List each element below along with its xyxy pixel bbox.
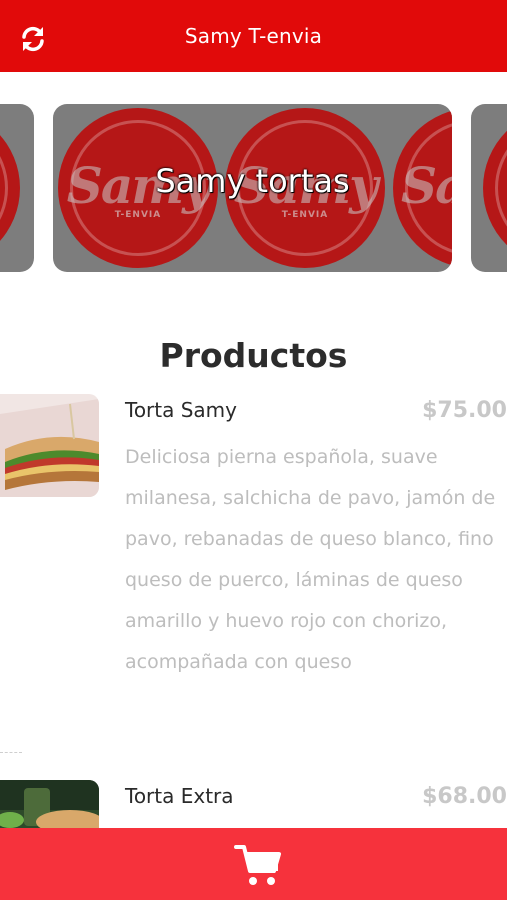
carousel-slide-previous[interactable] — [0, 104, 34, 272]
logo-image — [483, 108, 507, 268]
section-title: Productos — [159, 336, 348, 375]
product-image — [0, 394, 99, 497]
app-title: Samy T-envia — [184, 24, 323, 48]
logo-subtext: T-ENVIA — [281, 210, 329, 220]
product-description: Deliciosa pierna española, suave milanes… — [125, 446, 496, 673]
cart-icon[interactable] — [234, 843, 282, 887]
product-price: $68.00 — [422, 784, 507, 809]
carousel-slide-current[interactable]: Samy T-ENVIA Samy T-ENVIA Samy Samy tort… — [53, 104, 452, 272]
logo-image — [0, 108, 20, 268]
app-header: Samy T-envia — [0, 0, 507, 72]
divider — [0, 752, 22, 753]
product-name: Torta Extra — [125, 784, 234, 808]
carousel-caption: Samy tortas — [155, 162, 350, 200]
product-price: $75.00 — [422, 398, 507, 423]
logo-subtext: T-ENVIA — [114, 210, 162, 220]
cart-bar[interactable] — [0, 828, 507, 900]
product-name: Torta Samy — [125, 398, 238, 422]
carousel-slide-next[interactable] — [471, 104, 507, 272]
banner-carousel[interactable]: Samy T-ENVIA Samy T-ENVIA Samy Samy tort… — [0, 104, 507, 274]
